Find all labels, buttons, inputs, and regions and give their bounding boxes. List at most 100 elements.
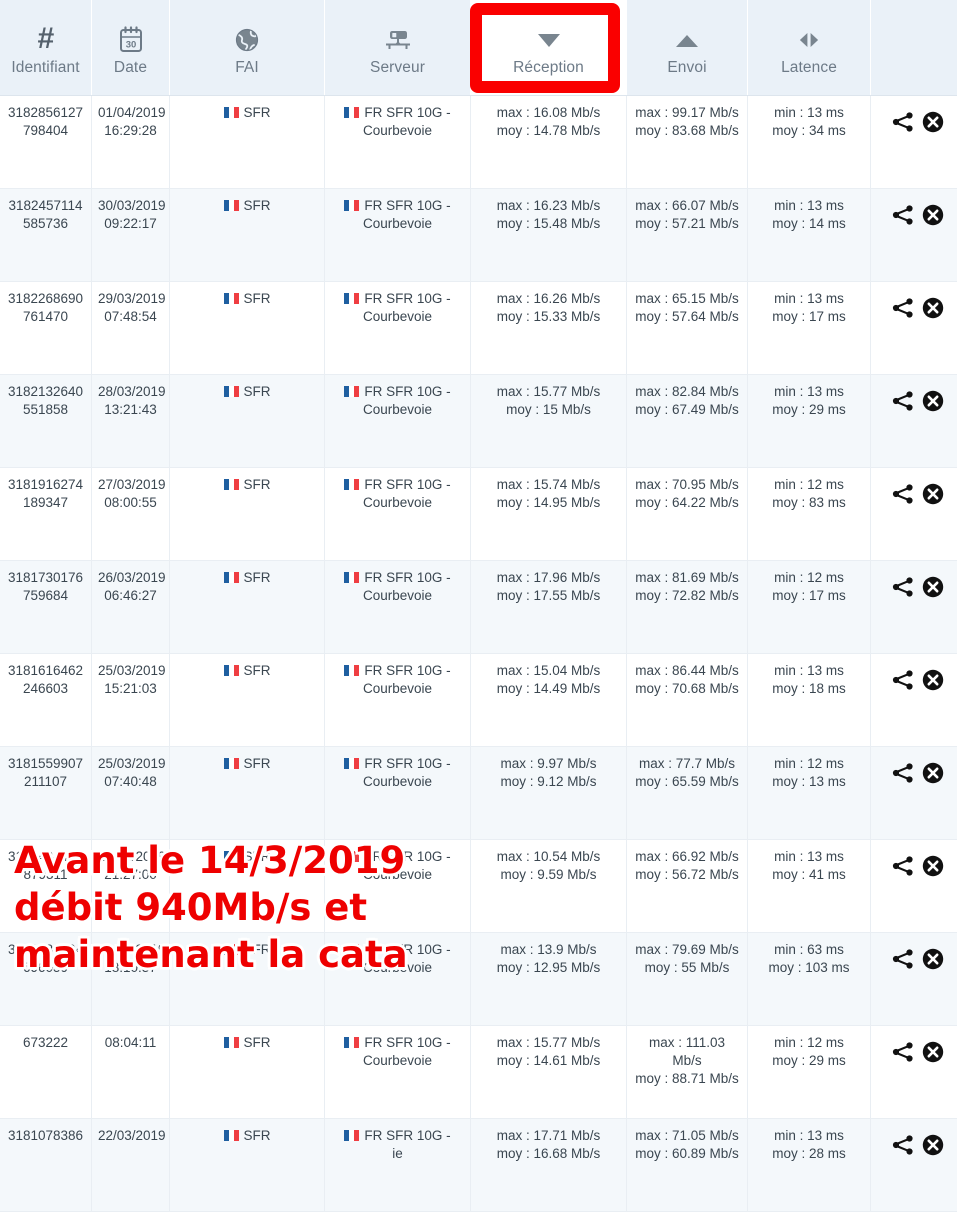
- france-flag-icon: [344, 386, 359, 397]
- share-icon[interactable]: [891, 203, 915, 227]
- envoi-line: moy : 64.22 Mb/s: [633, 494, 741, 512]
- cell-fai: SFR: [170, 654, 325, 747]
- reception-line: moy : 9.59 Mb/s: [477, 866, 620, 884]
- table-row[interactable]: 318155990721110725/03/201907:40:48SFRFR …: [0, 747, 957, 840]
- table-row[interactable]: 318148448287931124/03/201921:27:00SFRFR …: [0, 840, 957, 933]
- fai-label: SFR: [244, 1128, 271, 1143]
- cell-latence: min : 13 msmoy : 29 ms: [748, 375, 871, 468]
- share-icon[interactable]: [891, 1133, 915, 1157]
- column-header-envoi[interactable]: Envoi: [627, 0, 748, 96]
- france-flag-icon: [224, 758, 239, 769]
- cell-fai: SFR: [170, 189, 325, 282]
- reception-line: max : 9.97 Mb/s: [477, 755, 620, 773]
- reception-line: moy : 9.12 Mb/s: [477, 773, 620, 791]
- delete-icon[interactable]: [921, 947, 945, 971]
- cell-actions: [871, 933, 957, 1026]
- table-row[interactable]: 318213264055185828/03/201913:21:43SFRFR …: [0, 375, 957, 468]
- cell-identifiant: 3181283404696059: [0, 933, 92, 1026]
- cell-date: 27/03/201908:00:55: [92, 468, 170, 561]
- date-line: 16:29:28: [98, 122, 163, 140]
- column-header-reception[interactable]: Réception: [471, 0, 627, 96]
- cell-fai: SFR: [170, 933, 325, 1026]
- column-header-identifiant[interactable]: # Identifiant: [0, 0, 92, 96]
- envoi-line: max : 70.95 Mb/s: [633, 476, 741, 494]
- cell-reception: max : 16.08 Mb/smoy : 14.78 Mb/s: [471, 96, 627, 189]
- serveur-label: FR SFR 10G -: [364, 198, 450, 213]
- date-line: 07:40:48: [98, 773, 163, 791]
- table-row[interactable]: 67322208:04:11SFRFR SFR 10G -Courbevoiem…: [0, 1026, 957, 1119]
- column-header-serveur[interactable]: Serveur: [325, 0, 471, 96]
- table-row[interactable]: 318285612779840401/04/201916:29:28SFRFR …: [0, 96, 957, 189]
- share-icon[interactable]: [891, 668, 915, 692]
- delete-icon[interactable]: [921, 761, 945, 785]
- reception-line: max : 17.96 Mb/s: [477, 569, 620, 587]
- share-icon[interactable]: [891, 575, 915, 599]
- serveur-label-2: Courbevoie: [331, 308, 464, 326]
- delete-icon[interactable]: [921, 389, 945, 413]
- date-line: 22/03/2019: [98, 1127, 163, 1145]
- cell-serveur: FR SFR 10G -Courbevoie: [325, 375, 471, 468]
- share-icon[interactable]: [891, 389, 915, 413]
- delete-icon[interactable]: [921, 575, 945, 599]
- reception-line: moy : 14.95 Mb/s: [477, 494, 620, 512]
- cell-envoi: max : 81.69 Mb/smoy : 72.82 Mb/s: [627, 561, 748, 654]
- identifiant-line: 3182856127: [6, 104, 85, 122]
- france-flag-icon: [344, 851, 359, 862]
- share-icon[interactable]: [891, 947, 915, 971]
- share-icon[interactable]: [891, 761, 915, 785]
- reception-line: max : 15.74 Mb/s: [477, 476, 620, 494]
- share-icon[interactable]: [891, 482, 915, 506]
- cell-fai: SFR: [170, 840, 325, 933]
- column-header-fai[interactable]: FAI: [170, 0, 325, 96]
- latence-line: moy : 13 ms: [754, 773, 864, 791]
- delete-icon[interactable]: [921, 110, 945, 134]
- identifiant-line: 3181078386: [6, 1127, 85, 1145]
- cell-serveur: FR SFR 10G -Courbevoie: [325, 933, 471, 1026]
- share-icon[interactable]: [891, 110, 915, 134]
- serveur-label: FR SFR 10G -: [364, 849, 450, 864]
- table-row[interactable]: 318191627418934727/03/201908:00:55SFRFR …: [0, 468, 957, 561]
- cell-actions: [871, 654, 957, 747]
- cell-serveur: FR SFR 10G -Courbevoie: [325, 189, 471, 282]
- fai-label: SFR: [244, 105, 271, 120]
- fai-label: SFR: [244, 663, 271, 678]
- date-line: 26/03/2019: [98, 569, 163, 587]
- globe-icon: [234, 20, 260, 54]
- table-row[interactable]: 318161646224660325/03/201915:21:03SFRFR …: [0, 654, 957, 747]
- delete-icon[interactable]: [921, 482, 945, 506]
- share-icon[interactable]: [891, 854, 915, 878]
- upload-triangle-icon: [669, 20, 705, 54]
- france-flag-icon: [224, 944, 239, 955]
- cell-serveur: FR SFR 10G -Courbevoie: [325, 840, 471, 933]
- date-line: 30/03/2019: [98, 197, 163, 215]
- envoi-line: moy : 67.49 Mb/s: [633, 401, 741, 419]
- france-flag-icon: [224, 479, 239, 490]
- cell-identifiant: 3182856127798404: [0, 96, 92, 189]
- delete-icon[interactable]: [921, 296, 945, 320]
- cell-latence: min : 13 msmoy : 17 ms: [748, 282, 871, 375]
- cell-fai: SFR: [170, 468, 325, 561]
- delete-icon[interactable]: [921, 1040, 945, 1064]
- cell-latence: min : 13 msmoy : 18 ms: [748, 654, 871, 747]
- column-header-date[interactable]: 30 Date: [92, 0, 170, 96]
- cell-reception: max : 17.71 Mb/smoy : 16.68 Mb/s: [471, 1119, 627, 1212]
- table-row[interactable]: 318226869076147029/03/201907:48:54SFRFR …: [0, 282, 957, 375]
- fai-label: SFR: [244, 570, 271, 585]
- table-row[interactable]: 318245711458573630/03/201909:22:17SFRFR …: [0, 189, 957, 282]
- delete-icon[interactable]: [921, 668, 945, 692]
- table-row[interactable]: 318128340469605923/03/201918:10:37SFRFR …: [0, 933, 957, 1026]
- share-icon[interactable]: [891, 296, 915, 320]
- reception-line: moy : 14.61 Mb/s: [477, 1052, 620, 1070]
- share-icon[interactable]: [891, 1040, 915, 1064]
- delete-icon[interactable]: [921, 854, 945, 878]
- delete-icon[interactable]: [921, 203, 945, 227]
- table-row[interactable]: 318173017675968426/03/201906:46:27SFRFR …: [0, 561, 957, 654]
- cell-serveur: FR SFR 10G -Courbevoie: [325, 654, 471, 747]
- delete-icon[interactable]: [921, 1133, 945, 1157]
- latence-line: moy : 17 ms: [754, 587, 864, 605]
- identifiant-line: 211107: [6, 773, 85, 791]
- latence-line: min : 12 ms: [754, 569, 864, 587]
- column-header-latence[interactable]: Latence: [748, 0, 871, 96]
- table-row[interactable]: 318107838622/03/2019SFRFR SFR 10G -iemax…: [0, 1119, 957, 1212]
- date-line: 08:04:11: [98, 1034, 163, 1052]
